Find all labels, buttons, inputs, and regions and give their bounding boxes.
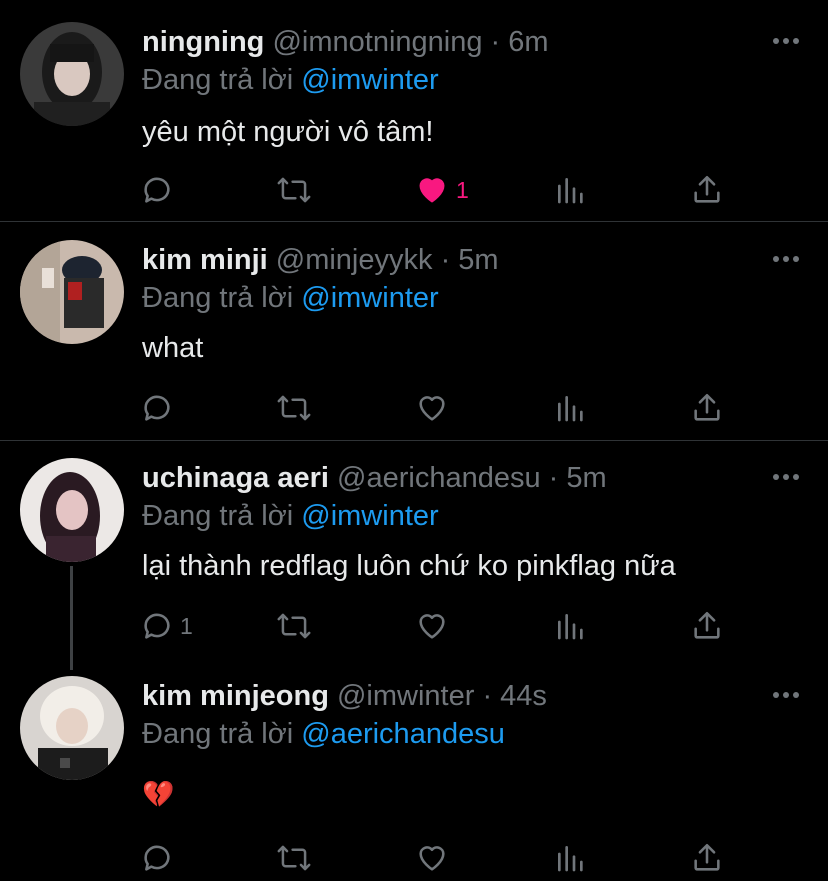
display-name[interactable]: kim minjeong [142,680,329,712]
like-button[interactable] [414,838,456,878]
more-icon[interactable] [772,36,800,46]
like-icon [419,846,445,871]
divider [0,221,828,222]
retweet-icon [277,177,311,203]
replying-to: Đang trả lời @imwinter [142,282,439,314]
share-icon [694,843,720,871]
avatar[interactable] [20,240,124,344]
display-name[interactable]: uchinaga aeri [142,462,329,494]
tweet-text: yêu một người vô tâm! [142,116,434,148]
reply-mention[interactable]: @imwinter [301,500,438,532]
handle[interactable]: @imnotningning [272,26,482,58]
views-icon [558,396,583,422]
timestamp[interactable]: 5m [458,244,498,276]
views-icon [558,614,583,640]
divider [0,440,828,441]
retweet-button[interactable] [276,170,312,210]
like-button[interactable] [414,388,456,428]
reply-icon [144,177,170,203]
replying-to: Đang trả lời @imwinter [142,64,439,96]
reply-button[interactable]: 1 [140,606,193,646]
retweet-button[interactable] [276,388,312,428]
reply-button[interactable] [140,388,180,428]
avatar[interactable] [20,676,124,780]
reply-icon [144,613,170,639]
display-name[interactable]: ningning [142,26,264,58]
handle[interactable]: @imwinter [337,680,474,712]
share-icon [694,611,720,639]
like-button[interactable]: 1 [414,170,469,210]
like-icon [419,396,445,421]
retweet-icon [277,613,311,639]
tweet-text: what [142,332,204,364]
like-button[interactable] [414,606,456,646]
share-button[interactable] [690,838,724,878]
reply-mention[interactable]: @imwinter [301,64,438,96]
share-button[interactable] [690,170,724,210]
more-icon[interactable] [772,254,800,264]
views-button[interactable] [554,170,586,210]
tweet-text: lại thành redflag luôn chứ ko pinkflag n… [142,550,676,582]
share-button[interactable] [690,388,724,428]
share-icon [694,393,720,421]
timestamp[interactable]: 44s [500,680,547,712]
views-icon [558,178,583,204]
retweet-icon [277,395,311,421]
retweet-button[interactable] [276,606,312,646]
reply-icon [144,395,170,421]
handle[interactable]: @minjeyykk [276,244,433,276]
reply-mention[interactable]: @aerichandesu [301,718,505,750]
timestamp[interactable]: 5m [566,462,606,494]
views-button[interactable] [554,606,586,646]
share-icon [694,175,720,203]
views-button[interactable] [554,838,586,878]
retweet-icon [277,845,311,871]
timestamp[interactable]: 6m [508,26,548,58]
reply-button[interactable] [140,838,180,878]
reply-icon [144,845,170,871]
like-icon [419,614,445,639]
more-icon[interactable] [772,472,800,482]
retweet-button[interactable] [276,838,312,878]
more-icon[interactable] [772,690,800,700]
avatar[interactable] [20,22,124,126]
views-button[interactable] [554,388,586,428]
reply-mention[interactable]: @imwinter [301,282,438,314]
broken-heart-emoji: 💔 [142,779,175,809]
reply-count: 1 [180,612,193,639]
share-button[interactable] [690,606,724,646]
replying-to: Đang trả lời @aerichandesu [142,718,505,750]
replying-to: Đang trả lời @imwinter [142,500,439,532]
reply-button[interactable] [140,170,180,210]
avatar[interactable] [20,458,124,562]
like-icon [419,178,445,203]
display-name[interactable]: kim minji [142,244,268,276]
handle[interactable]: @aerichandesu [337,462,541,494]
views-icon [558,846,583,872]
like-count: 1 [456,176,469,203]
